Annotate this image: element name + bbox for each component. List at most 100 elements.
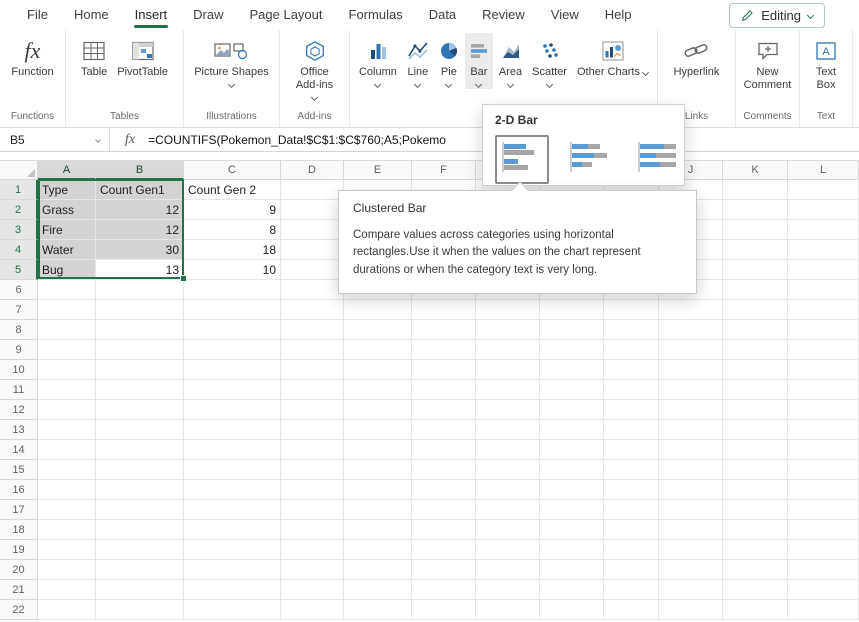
cell-B12[interactable] [96,400,184,420]
cell-E10[interactable] [344,360,412,380]
cell-L14[interactable] [788,440,859,460]
cell-F16[interactable] [412,480,476,500]
stacked-bar-option[interactable] [563,135,617,184]
row-header-5[interactable]: 5 [0,260,38,280]
cell-K6[interactable] [723,280,788,300]
cell-L4[interactable] [788,240,859,260]
cell-I17[interactable] [604,500,659,520]
cell-G7[interactable] [476,300,540,320]
cell-C8[interactable] [184,320,281,340]
cell-H10[interactable] [540,360,604,380]
tab-home[interactable]: Home [61,0,122,30]
cell-K2[interactable] [723,200,788,220]
cell-B20[interactable] [96,560,184,580]
cell-K19[interactable] [723,540,788,560]
cell-C17[interactable] [184,500,281,520]
cell-K12[interactable] [723,400,788,420]
cell-B17[interactable] [96,500,184,520]
picture-shapes-button[interactable]: Picture Shapes [190,33,273,89]
row-header-12[interactable]: 12 [0,400,38,420]
cell-F20[interactable] [412,560,476,580]
cell-G16[interactable] [476,480,540,500]
row-header-19[interactable]: 19 [0,540,38,560]
cell-H19[interactable] [540,540,604,560]
tab-view[interactable]: View [538,0,592,30]
cell-K21[interactable] [723,580,788,600]
cell-I8[interactable] [604,320,659,340]
cell-D16[interactable] [281,480,344,500]
cell-I16[interactable] [604,480,659,500]
cell-B1[interactable]: Count Gen1 [96,180,184,200]
cell-B19[interactable] [96,540,184,560]
cell-G18[interactable] [476,520,540,540]
cell-E8[interactable] [344,320,412,340]
cell-B6[interactable] [96,280,184,300]
cell-H7[interactable] [540,300,604,320]
cell-E12[interactable] [344,400,412,420]
cell-J16[interactable] [659,480,723,500]
cell-L9[interactable] [788,340,859,360]
cell-H9[interactable] [540,340,604,360]
cell-H8[interactable] [540,320,604,340]
cell-K16[interactable] [723,480,788,500]
cell-C14[interactable] [184,440,281,460]
cell-J22[interactable] [659,600,723,620]
cell-I18[interactable] [604,520,659,540]
cell-D10[interactable] [281,360,344,380]
cell-A22[interactable] [38,600,96,620]
cell-L3[interactable] [788,220,859,240]
cell-L13[interactable] [788,420,859,440]
cell-C9[interactable] [184,340,281,360]
cell-A10[interactable] [38,360,96,380]
table-button[interactable]: Table [77,33,111,81]
cell-B2[interactable]: 12 [96,200,184,220]
tab-insert[interactable]: Insert [122,0,181,30]
cell-E13[interactable] [344,420,412,440]
hyperlink-button[interactable]: Hyperlink [670,33,724,81]
cell-G8[interactable] [476,320,540,340]
cell-E9[interactable] [344,340,412,360]
cell-K8[interactable] [723,320,788,340]
cell-J12[interactable] [659,400,723,420]
cell-E15[interactable] [344,460,412,480]
cell-L15[interactable] [788,460,859,480]
cell-A1[interactable]: Type [38,180,96,200]
cell-L8[interactable] [788,320,859,340]
cell-K10[interactable] [723,360,788,380]
row-header-10[interactable]: 10 [0,360,38,380]
column-header-L[interactable]: L [788,161,859,180]
cell-H17[interactable] [540,500,604,520]
tab-formulas[interactable]: Formulas [336,0,416,30]
cell-B14[interactable] [96,440,184,460]
cell-A3[interactable]: Fire [38,220,96,240]
cell-E19[interactable] [344,540,412,560]
cell-D21[interactable] [281,580,344,600]
row-header-18[interactable]: 18 [0,520,38,540]
cell-H13[interactable] [540,420,604,440]
cell-C18[interactable] [184,520,281,540]
column-header-F[interactable]: F [412,161,476,180]
cell-F17[interactable] [412,500,476,520]
cell-F21[interactable] [412,580,476,600]
new-comment-button[interactable]: New Comment [740,33,796,94]
cell-I13[interactable] [604,420,659,440]
cell-G14[interactable] [476,440,540,460]
cell-A6[interactable] [38,280,96,300]
bar-chart-button[interactable]: Bar [465,33,493,89]
cell-J10[interactable] [659,360,723,380]
cell-G17[interactable] [476,500,540,520]
cell-A21[interactable] [38,580,96,600]
cell-L19[interactable] [788,540,859,560]
cell-A16[interactable] [38,480,96,500]
cell-D22[interactable] [281,600,344,620]
cell-K15[interactable] [723,460,788,480]
area-chart-button[interactable]: Area [495,33,526,89]
cell-I22[interactable] [604,600,659,620]
cell-A5[interactable]: Bug [38,260,96,280]
cell-D15[interactable] [281,460,344,480]
cell-I7[interactable] [604,300,659,320]
cell-D3[interactable] [281,220,344,240]
cell-A14[interactable] [38,440,96,460]
cell-E20[interactable] [344,560,412,580]
cell-C6[interactable] [184,280,281,300]
